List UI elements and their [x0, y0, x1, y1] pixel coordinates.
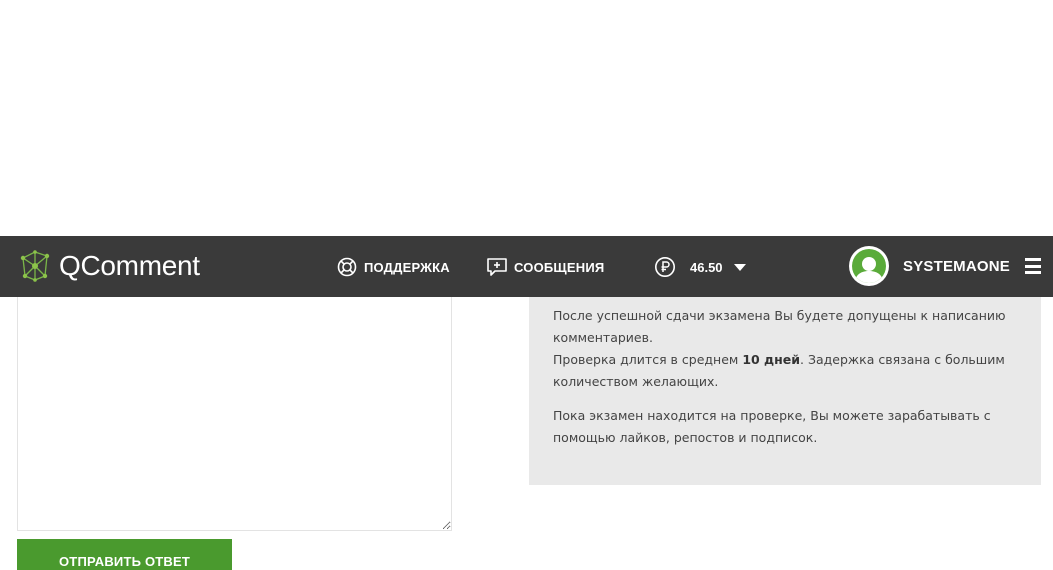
username: SYSTEMAONE [903, 257, 1011, 275]
balance-dropdown[interactable]: 46.50 [654, 255, 746, 279]
info-line-3: Пока экзамен находится на проверке, Вы м… [553, 408, 991, 445]
nav-support-link[interactable]: ПОДДЕРЖКА [336, 255, 450, 279]
info-line-2: Проверка длится в среднем 10 дней. Задер… [553, 349, 1017, 393]
ruble-icon [654, 256, 676, 278]
answer-textarea[interactable] [17, 297, 452, 531]
brand-logo[interactable]: QComment [17, 246, 217, 286]
submit-answer-button[interactable]: ОТПРАВИТЬ ОТВЕТ [17, 539, 232, 570]
brand-name: QComment [59, 250, 200, 281]
message-plus-icon [486, 256, 508, 278]
caret-down-icon [733, 263, 746, 271]
exam-info-panel: После успешной сдачи экзамена Вы будете … [529, 297, 1041, 485]
user-profile[interactable]: SYSTEMAONE [849, 246, 1010, 286]
nav-messages-link[interactable]: СООБЩЕНИЯ [486, 255, 604, 279]
top-navigation-bar: QComment ПОДДЕРЖКА СООБЩЕНИЯ 46.50 SYSTE… [0, 236, 1053, 297]
info-line-1: После успешной сдачи экзамена Вы будете … [553, 308, 1006, 345]
hamburger-menu-icon[interactable] [1025, 258, 1041, 274]
balance-amount: 46.50 [690, 259, 723, 275]
nav-support-label: ПОДДЕРЖКА [364, 259, 450, 275]
avatar-icon [849, 246, 889, 286]
info-line-2-bold: 10 дней [742, 352, 801, 367]
lifebuoy-icon [336, 256, 358, 278]
nav-messages-label: СООБЩЕНИЯ [514, 259, 605, 275]
info-line-2-prefix: Проверка длится в среднем [553, 352, 743, 367]
qcomment-logo-icon [20, 250, 50, 282]
